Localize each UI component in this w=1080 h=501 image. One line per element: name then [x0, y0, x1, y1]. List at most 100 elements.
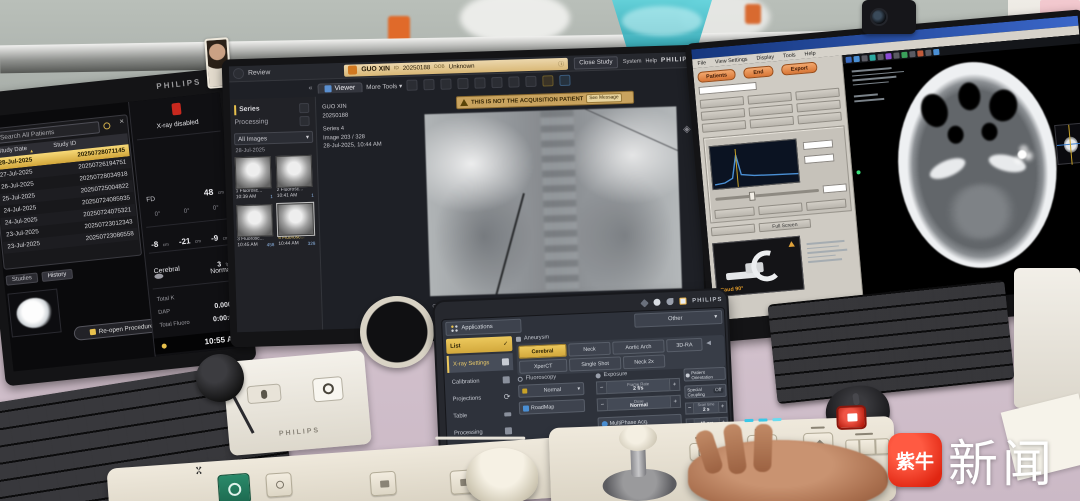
- console-key[interactable]: [369, 471, 397, 497]
- close-icon[interactable]: ×: [119, 117, 125, 126]
- tab-history[interactable]: History: [41, 269, 73, 282]
- menu-system[interactable]: System: [623, 58, 642, 65]
- ct-tool-icon[interactable]: [893, 52, 900, 59]
- pan-tool-icon[interactable]: [423, 79, 434, 90]
- reference-thumbnail[interactable]: [1054, 123, 1080, 165]
- orientation-compass-icon[interactable]: ◈: [683, 124, 691, 135]
- sidebar-item-projections[interactable]: Projections ⟳: [448, 389, 515, 407]
- series-thumbnail[interactable]: 3 Fluorosc... 10:45 AM458: [236, 204, 274, 249]
- mouse-scroll-wheel[interactable]: [852, 393, 860, 406]
- mode-field[interactable]: [698, 82, 756, 95]
- fluoroscopy-image[interactable]: [424, 106, 682, 296]
- end-button[interactable]: End: [743, 65, 774, 79]
- annotate-tool-icon[interactable]: [542, 75, 553, 86]
- zoom-tool-icon[interactable]: [440, 78, 451, 89]
- export-series-icon[interactable]: [299, 102, 309, 112]
- tab-studies[interactable]: Studies: [5, 272, 38, 285]
- panel-button[interactable]: [758, 202, 803, 215]
- menu-display[interactable]: Display: [756, 54, 774, 62]
- dose-minus[interactable]: −: [597, 398, 609, 411]
- scan-time-plus[interactable]: +: [718, 401, 728, 413]
- panel-button[interactable]: [795, 88, 840, 101]
- more-tools-menu[interactable]: More Tools ▾: [366, 81, 402, 90]
- menu-help[interactable]: Help: [645, 57, 657, 63]
- tab-processing[interactable]: Processing: [230, 114, 315, 130]
- menu-file[interactable]: File: [697, 60, 706, 67]
- ct-tool-icon[interactable]: [901, 51, 908, 58]
- monitor-tool-icon[interactable]: [559, 75, 570, 86]
- crop-tool-icon[interactable]: [508, 76, 519, 87]
- panel-button[interactable]: [701, 108, 746, 121]
- brain-roadmap-thumbnail[interactable]: [7, 288, 61, 337]
- window-level-tool-icon[interactable]: [457, 78, 468, 89]
- joystick[interactable]: [619, 424, 658, 451]
- info-icon[interactable]: ⓘ: [558, 59, 564, 68]
- panel-button[interactable]: [797, 112, 842, 125]
- special-coupling-button[interactable]: Special Coupling Off: [684, 384, 727, 399]
- ct-tool-icon[interactable]: [909, 50, 916, 57]
- protocol-neck-2x[interactable]: Neck 2x: [623, 354, 666, 369]
- panel-button[interactable]: [711, 224, 756, 237]
- protocol-xperct[interactable]: XperCT: [519, 359, 568, 374]
- patient-orientation-button[interactable]: Patient Orientation: [683, 367, 726, 382]
- protocol-aortic-arch[interactable]: Aortic Arch: [612, 339, 665, 354]
- talk-button[interactable]: [246, 383, 281, 404]
- pointer-tool-icon[interactable]: [406, 80, 417, 91]
- sidebar-item-calibration[interactable]: Calibration: [447, 372, 514, 390]
- menu-tools[interactable]: Tools: [783, 52, 796, 59]
- series-thumbnail[interactable]: 2 Fluorosc... 10:41 AM1: [276, 155, 314, 200]
- panel-button[interactable]: [702, 120, 747, 133]
- layout-tool-icon[interactable]: [474, 77, 485, 88]
- full-screen-button[interactable]: Full Screen: [759, 219, 812, 232]
- ct-tool-icon[interactable]: [869, 54, 876, 61]
- see-message-button[interactable]: See Message: [586, 93, 622, 103]
- power-button[interactable]: [312, 376, 344, 403]
- ct-tool-icon[interactable]: [853, 55, 860, 62]
- protocol-neck[interactable]: Neck: [568, 342, 611, 357]
- panel-button[interactable]: [700, 96, 745, 109]
- panel-button[interactable]: [714, 207, 755, 219]
- snapshot-tool-icon[interactable]: [525, 76, 536, 87]
- compare-tool-icon[interactable]: [491, 77, 502, 88]
- fluoro-mode-dropdown[interactable]: Normal ▾: [518, 382, 585, 398]
- console-key-green[interactable]: [217, 473, 251, 501]
- ct-tool-icon[interactable]: [925, 49, 932, 56]
- dose-plus[interactable]: +: [670, 395, 682, 408]
- applications-button[interactable]: Applications: [445, 319, 522, 336]
- export-button[interactable]: Export: [781, 62, 818, 76]
- panel-button[interactable]: [747, 92, 792, 105]
- sidebar-item-list[interactable]: List ✓: [446, 336, 513, 354]
- protocol-single-shot[interactable]: Single Shot: [569, 356, 622, 371]
- ct-tool-icon[interactable]: [845, 56, 852, 63]
- value-field[interactable]: [823, 183, 848, 193]
- ct-tool-icon[interactable]: [861, 55, 868, 62]
- xray-stop-button[interactable]: [836, 405, 867, 430]
- ct-tool-icon[interactable]: [877, 53, 884, 60]
- console-key[interactable]: [265, 472, 293, 498]
- tab-review[interactable]: Review: [248, 69, 271, 77]
- slider-thumb[interactable]: [749, 191, 756, 200]
- screen-select-icon[interactable]: [679, 297, 686, 304]
- roadmap-button[interactable]: RoadMap: [519, 399, 586, 415]
- sidebar-item-xray-settings[interactable]: X-ray Settings: [447, 353, 514, 373]
- series-thumbnail[interactable]: 1 Fluorosc... 10:39 AM1: [235, 156, 273, 201]
- search-icon[interactable]: [103, 122, 111, 130]
- panel-button[interactable]: [748, 104, 793, 117]
- series-thumbnail-selected[interactable]: 4 Fluorosc... 10:44 AM328: [277, 203, 315, 248]
- sidebar-item-table[interactable]: Table: [449, 406, 516, 424]
- frame-rate-plus[interactable]: +: [669, 378, 681, 391]
- patients-button[interactable]: Patients: [697, 69, 736, 83]
- frame-rate-minus[interactable]: −: [596, 381, 608, 394]
- value-field[interactable]: [804, 153, 835, 164]
- panel-button[interactable]: [806, 199, 847, 211]
- rotary-knob[interactable]: [466, 448, 538, 501]
- value-field[interactable]: [803, 139, 834, 150]
- protocol-3dra[interactable]: 3D-RA: [666, 338, 703, 353]
- menu-help[interactable]: Help: [804, 50, 816, 57]
- window-slider-track[interactable]: [715, 189, 819, 201]
- close-study-button[interactable]: Close Study: [574, 56, 618, 69]
- ct-tool-icon[interactable]: [885, 53, 892, 60]
- collapse-icon[interactable]: «: [309, 85, 313, 92]
- tab-viewer[interactable]: Viewer: [317, 82, 362, 93]
- ct-view-area[interactable]: [842, 35, 1080, 308]
